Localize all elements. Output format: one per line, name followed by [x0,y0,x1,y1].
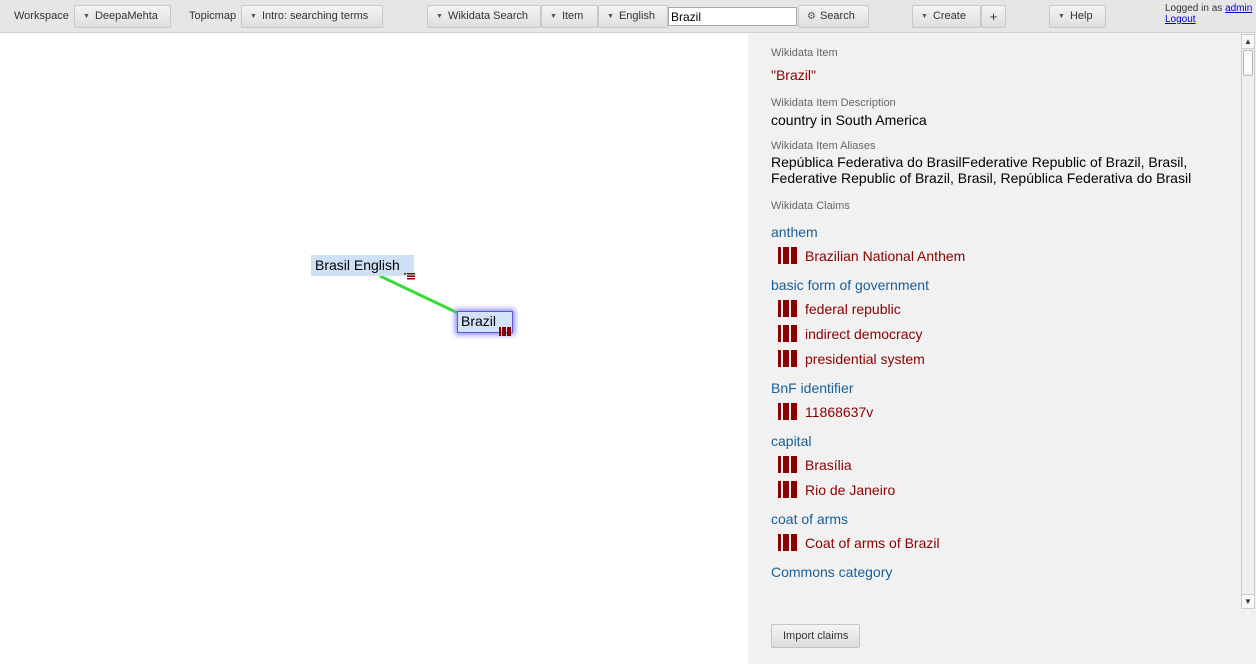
search-kind-value: Item [561,10,584,22]
search-input[interactable] [668,7,797,26]
scroll-thumb[interactable] [1243,50,1253,76]
claim-value-link[interactable]: Brazilian National Anthem [778,243,1240,268]
language-value: English [618,10,656,22]
claim-group: basic form of government federal republic… [771,277,1240,371]
claim-group: anthem Brazilian National Anthem [771,224,1240,268]
scroll-down-arrow-icon[interactable]: ▼ [1242,594,1254,608]
topicmap-select[interactable]: ▼ Intro: searching terms [241,5,383,28]
chevron-down-icon: ▼ [436,13,443,20]
topicmap-canvas[interactable]: Brasil English Brazil [0,33,748,664]
claim-group: BnF identifier 11868637v [771,380,1240,424]
detail-content[interactable]: Wikidata Item "Brazil" Wikidata Item Des… [748,33,1240,610]
toolbar: Workspace ▼ DeepaMehta Topicmap ▼ Intro: s… [0,0,1256,33]
create-value: Create [932,10,966,22]
chevron-down-icon: ▼ [550,13,557,20]
topicmap-value: Intro: searching terms [261,10,369,22]
claim-value-label: Brazilian National Anthem [805,247,966,264]
create-select[interactable]: ▼ Create [912,5,981,28]
topicmap-edges [379,274,463,317]
wikidata-item-icon [778,456,797,473]
user-link[interactable]: admin [1225,3,1252,14]
search-type-select[interactable]: ▼ Wikidata Search [427,5,541,28]
search-button-label: Search [819,10,855,22]
wikidata-item-icon [778,300,797,317]
chevron-down-icon: ▼ [921,13,928,20]
claim-value-label: indirect democracy [805,325,923,342]
aliases-value: República Federativa do BrasilFederative… [771,154,1192,186]
add-button[interactable]: + [981,5,1006,28]
topic-label: Brazil [461,313,497,329]
topicmap-label: Topicmap [189,10,237,22]
claim-value-link[interactable]: Coat of arms of Brazil [778,530,1240,555]
association-edge[interactable] [379,274,463,317]
wikidata-item-icon [778,534,797,551]
search-button[interactable]: ⚙ Search [798,5,869,28]
claim-property-link[interactable]: Commons category [771,564,1240,580]
topic-brasil-english[interactable]: Brasil English [311,255,414,276]
gear-icon: ⚙ [807,11,816,22]
workspace-label: Workspace [14,10,69,22]
login-status: Logged in as admin Logout [1165,3,1252,25]
claim-value-link[interactable]: federal republic [778,296,1240,321]
import-claims-label: Import claims [783,630,849,642]
claim-value-label: 11868637v [805,403,874,420]
note-icon [404,273,415,280]
claim-value-label: presidential system [805,350,925,367]
claim-value-label: Brasília [805,456,852,473]
claim-property-link[interactable]: basic form of government [771,277,1240,293]
wikidata-item-icon [778,325,797,342]
claim-group: capital Brasília Rio de Janeiro [771,433,1240,502]
claim-property-link[interactable]: BnF identifier [771,380,1240,396]
import-claims-button[interactable]: Import claims [771,624,861,648]
claims-field-label: Wikidata Claims [771,200,850,212]
chevron-down-icon: ▼ [1058,13,1065,20]
claim-group: coat of arms Coat of arms of Brazil [771,511,1240,555]
claim-value-link[interactable]: 11868637v [778,399,1240,424]
logged-in-text: Logged in as [1165,3,1223,14]
item-field-label: Wikidata Item [771,47,838,59]
search-kind-select[interactable]: ▼ Item [541,5,598,28]
topic-label: Brasil English [315,257,400,273]
language-select[interactable]: ▼ English [598,5,668,28]
wikidata-item-icon [778,481,797,498]
logout-link[interactable]: Logout [1165,14,1196,25]
claim-property-link[interactable]: anthem [771,224,1240,240]
claim-value-link[interactable]: Brasília [778,452,1240,477]
claim-group: Commons category [771,564,1240,580]
wikidata-item-icon [778,247,797,264]
claims-list: anthem Brazilian National Anthem basic for… [771,224,1240,580]
scroll-up-arrow-icon[interactable]: ▲ [1242,35,1254,49]
aliases-field-label: Wikidata Item Aliases [771,140,876,152]
chevron-down-icon: ▼ [607,13,614,20]
detail-panel: Wikidata Item "Brazil" Wikidata Item Des… [748,33,1256,664]
plus-icon: + [989,9,998,24]
chevron-down-icon: ▼ [83,13,90,20]
search-type-value: Wikidata Search [447,10,529,22]
claim-property-link[interactable]: coat of arms [771,511,1240,527]
workspace-value: DeepaMehta [94,10,158,22]
item-title: "Brazil" [771,67,816,83]
claim-value-label: Coat of arms of Brazil [805,534,940,551]
wikidata-item-icon [778,403,797,420]
help-select[interactable]: ▼ Help [1049,5,1106,28]
chevron-down-icon: ▼ [250,13,257,20]
help-value: Help [1069,10,1093,22]
claim-property-link[interactable]: capital [771,433,1240,449]
description-field-label: Wikidata Item Description [771,97,896,109]
claim-value-label: federal republic [805,300,901,317]
wikidata-item-icon [499,327,511,336]
claim-value-link[interactable]: presidential system [778,346,1240,371]
workspace-select[interactable]: ▼ DeepaMehta [74,5,171,28]
claim-value-link[interactable]: Rio de Janeiro [778,477,1240,502]
claim-value-link[interactable]: indirect democracy [778,321,1240,346]
detail-scrollbar[interactable]: ▲ ▼ [1241,34,1255,609]
description-value: country in South America [771,112,927,128]
wikidata-item-icon [778,350,797,367]
claim-value-label: Rio de Janeiro [805,481,896,498]
